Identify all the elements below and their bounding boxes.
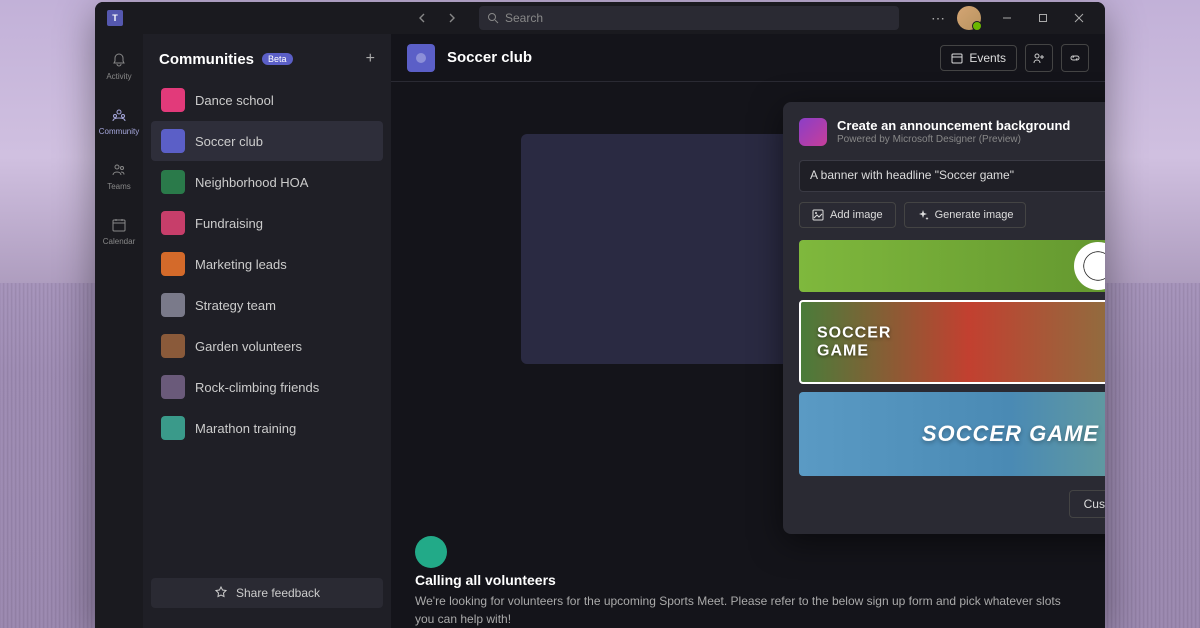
- modal-title: Create an announcement background: [837, 118, 1105, 133]
- community-label: Soccer club: [195, 134, 263, 149]
- add-image-button[interactable]: Add image: [799, 202, 896, 228]
- community-label: Marathon training: [195, 421, 296, 436]
- community-avatar: [161, 129, 185, 153]
- modal-subtitle: Powered by Microsoft Designer (Preview): [837, 134, 1105, 145]
- community-item[interactable]: Neighborhood HOA: [151, 162, 383, 202]
- bell-icon: [109, 50, 129, 70]
- search-icon: [487, 12, 499, 24]
- banner-3-text: SOCCER GAME: [922, 421, 1099, 447]
- rail-teams[interactable]: Teams: [99, 156, 139, 195]
- feed-post: Calling all volunteers We're looking for…: [415, 536, 1081, 628]
- sidebar-title: Communities: [159, 51, 254, 68]
- generate-image-button[interactable]: Generate image: [904, 202, 1027, 228]
- app-window: T Search ⋯ Activity Co: [95, 2, 1105, 628]
- rail-community[interactable]: Community: [99, 101, 139, 140]
- close-window-button[interactable]: [1065, 6, 1093, 30]
- designer-modal: Create an announcement background Powere…: [783, 102, 1105, 534]
- community-item[interactable]: Strategy team: [151, 285, 383, 325]
- more-options-button[interactable]: ⋯: [931, 10, 945, 27]
- community-label: Strategy team: [195, 298, 276, 313]
- titlebar: T Search ⋯: [95, 2, 1105, 34]
- community-avatar: [161, 375, 185, 399]
- search-placeholder: Search: [505, 11, 543, 25]
- minimize-button[interactable]: [993, 6, 1021, 30]
- customize-button[interactable]: Customize: [1069, 490, 1105, 518]
- community-item[interactable]: Soccer club: [151, 121, 383, 161]
- channel-header: Soccer club Events: [391, 34, 1105, 82]
- teams-app-icon: T: [107, 10, 123, 26]
- result-banner-1[interactable]: [799, 240, 1105, 292]
- feed-avatar: [415, 536, 447, 568]
- maximize-button[interactable]: [1029, 6, 1057, 30]
- feed-post-body: We're looking for volunteers for the upc…: [415, 592, 1081, 628]
- community-avatar: [161, 88, 185, 112]
- community-icon: [109, 105, 129, 125]
- community-avatar: [161, 293, 185, 317]
- sparkle-icon: [917, 209, 929, 221]
- community-item[interactable]: Marathon training: [151, 408, 383, 448]
- community-label: Marketing leads: [195, 257, 287, 272]
- image-icon: [812, 209, 824, 221]
- add-community-button[interactable]: +: [366, 50, 375, 68]
- prompt-input[interactable]: A banner with headline "Soccer game": [799, 160, 1105, 192]
- feedback-label: Share feedback: [236, 586, 320, 600]
- result-banner-2[interactable]: SOCCER GAME: [799, 300, 1105, 384]
- add-image-label: Add image: [830, 209, 883, 221]
- community-item[interactable]: Fundraising: [151, 203, 383, 243]
- rail-label: Calendar: [103, 237, 135, 246]
- community-item[interactable]: Rock-climbing friends: [151, 367, 383, 407]
- community-item[interactable]: Marketing leads: [151, 244, 383, 284]
- nav-forward-button[interactable]: [439, 6, 463, 30]
- beta-badge: Beta: [262, 53, 293, 65]
- community-avatar: [161, 211, 185, 235]
- app-rail: Activity Community Teams Calendar: [95, 34, 143, 628]
- community-item[interactable]: Garden volunteers: [151, 326, 383, 366]
- communities-sidebar: Communities Beta + Dance school Soccer cl…: [143, 34, 391, 628]
- rail-calendar[interactable]: Calendar: [99, 211, 139, 250]
- community-avatar: [161, 334, 185, 358]
- community-avatar: [161, 252, 185, 276]
- community-label: Fundraising: [195, 216, 263, 231]
- events-label: Events: [969, 51, 1006, 65]
- banner-2-text: SOCCER GAME: [817, 324, 891, 359]
- community-label: Garden volunteers: [195, 339, 302, 354]
- channel-avatar: [407, 44, 435, 72]
- community-label: Rock-climbing friends: [195, 380, 319, 395]
- community-avatar: [161, 416, 185, 440]
- main-content: Soccer club Events e: [391, 34, 1105, 628]
- search-input[interactable]: Search: [479, 6, 899, 30]
- community-item[interactable]: Dance school: [151, 80, 383, 120]
- rail-activity[interactable]: Activity: [99, 46, 139, 85]
- events-button[interactable]: Events: [940, 45, 1017, 71]
- rail-label: Community: [99, 127, 139, 136]
- user-avatar[interactable]: [957, 6, 981, 30]
- nav-back-button[interactable]: [411, 6, 435, 30]
- result-banner-3[interactable]: SOCCER GAME: [799, 392, 1105, 476]
- feed-post-title: Calling all volunteers: [415, 572, 1081, 588]
- designer-icon: [799, 118, 827, 146]
- link-button[interactable]: [1061, 44, 1089, 72]
- rail-label: Activity: [106, 72, 131, 81]
- share-feedback-button[interactable]: Share feedback: [151, 578, 383, 608]
- people-icon: [109, 160, 129, 180]
- rail-label: Teams: [107, 182, 131, 191]
- channel-title: Soccer club: [447, 49, 532, 66]
- generate-image-label: Generate image: [935, 209, 1014, 221]
- calendar-icon: [109, 215, 129, 235]
- people-add-button[interactable]: [1025, 44, 1053, 72]
- community-label: Dance school: [195, 93, 274, 108]
- calendar-icon: [951, 52, 963, 64]
- community-label: Neighborhood HOA: [195, 175, 308, 190]
- community-avatar: [161, 170, 185, 194]
- feedback-icon: [214, 586, 228, 600]
